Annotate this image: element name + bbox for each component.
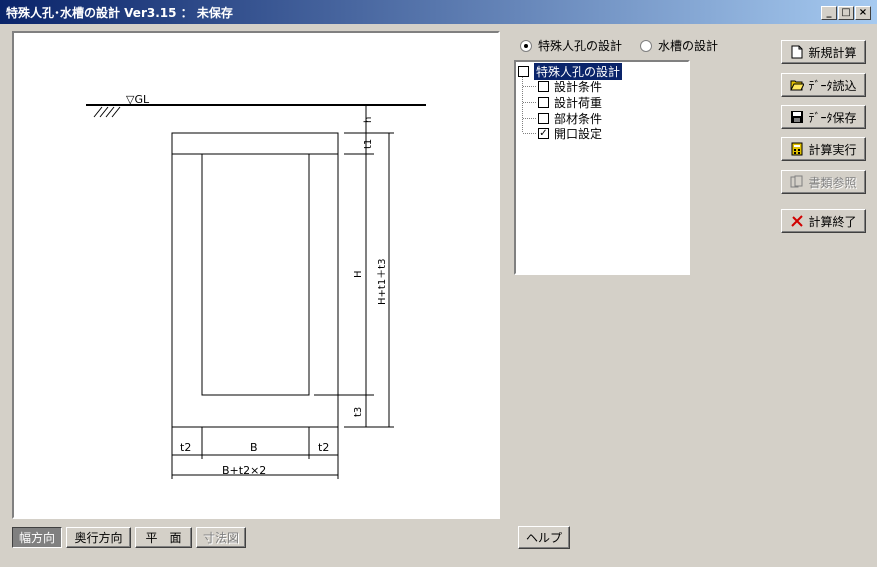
dim-B: B	[250, 441, 258, 454]
title-bar: 特殊人孔･水槽の設計 Ver3.15 ： 未保存 _ □ ×	[0, 0, 877, 24]
tree-item-design-conditions[interactable]: 設計条件	[538, 79, 602, 94]
tree-branch	[523, 86, 536, 87]
tree-item-label: 開口設定	[554, 127, 603, 141]
minimize-button[interactable]: _	[821, 6, 837, 20]
outer-wall	[171, 132, 339, 428]
tree-branch	[523, 133, 536, 134]
drawing-canvas: ▽GL h t1 H t3 H+t1＋t3 t2 B t2 B+t2×2	[12, 31, 500, 519]
save-data-label: ﾃﾞｰﾀ保存	[808, 110, 857, 125]
section-drawing: ▽GL h t1 H t3 H+t1＋t3 t2 B t2 B+t2×2	[86, 93, 426, 479]
radio-tank-dot[interactable]	[640, 39, 652, 52]
radio-tank[interactable]: 水槽の設計	[640, 37, 718, 54]
floppy-disk-icon	[790, 110, 804, 124]
tree-item-checkbox-checked[interactable]: ✓	[538, 128, 549, 139]
close-button[interactable]: ×	[855, 6, 871, 20]
dim-total-h: H+t1＋t3	[377, 259, 388, 305]
dim-t2-left: t2	[180, 441, 191, 454]
tree-item-label: 設計条件	[554, 80, 603, 94]
maximize-button[interactable]: □	[838, 6, 854, 20]
radio-tank-label: 水槽の設計	[658, 39, 719, 53]
tree-root[interactable]: 特殊人孔の設計	[518, 63, 623, 80]
gl-label: ▽GL	[126, 93, 150, 106]
red-x-icon	[790, 214, 804, 228]
load-data-label: ﾃﾞｰﾀ読込	[808, 78, 857, 93]
view-docs-label: 書類参照	[808, 175, 857, 190]
tree-item-opening-settings[interactable]: ✓ 開口設定	[538, 126, 602, 141]
calculator-icon	[790, 142, 804, 156]
inner-void	[201, 153, 310, 396]
design-tree[interactable]: 特殊人孔の設計 設計条件 設計荷重 部材条件 ✓ 開口設定	[514, 60, 690, 275]
view-docs-button[interactable]: 書類参照	[781, 170, 866, 194]
ground-hatch	[93, 106, 121, 118]
tree-item-member-conditions[interactable]: 部材条件	[538, 111, 602, 126]
documents-icon	[790, 175, 804, 189]
radio-manhole[interactable]: 特殊人孔の設計	[520, 37, 622, 54]
new-calc-label: 新規計算	[808, 45, 857, 60]
tree-item-label: 設計荷重	[554, 96, 603, 110]
dim-t3: t3	[353, 407, 364, 417]
tab-depth-direction[interactable]: 奥行方向	[66, 527, 131, 548]
save-data-button[interactable]: ﾃﾞｰﾀ保存	[781, 105, 866, 129]
new-calc-button[interactable]: 新規計算	[781, 40, 866, 64]
tree-item-design-load[interactable]: 設計荷重	[538, 95, 602, 110]
new-file-icon	[790, 45, 804, 59]
tab-plan[interactable]: 平 面	[135, 527, 192, 548]
exit-calc-label: 計算終了	[808, 214, 857, 229]
help-button[interactable]: ヘルプ	[518, 526, 570, 549]
tree-item-checkbox[interactable]	[538, 97, 549, 108]
open-folder-icon	[790, 78, 806, 92]
run-calc-button[interactable]: 計算実行	[781, 137, 866, 161]
dim-h: h	[363, 117, 374, 123]
tree-branch	[523, 102, 536, 103]
tree-item-checkbox[interactable]	[538, 81, 549, 92]
window-title: 特殊人孔･水槽の設計 Ver3.15 ： 未保存	[6, 6, 233, 20]
tree-branch	[523, 118, 536, 119]
tree-root-checkbox[interactable]	[518, 66, 529, 77]
run-calc-label: 計算実行	[808, 142, 857, 157]
tree-item-checkbox[interactable]	[538, 113, 549, 124]
tab-dimension-drawing[interactable]: 寸法図	[196, 527, 246, 548]
dim-H: H	[353, 270, 364, 278]
dim-t1: t1	[363, 139, 374, 149]
radio-manhole-label: 特殊人孔の設計	[538, 39, 623, 53]
load-data-button[interactable]: ﾃﾞｰﾀ読込	[781, 73, 866, 97]
dim-t2-right: t2	[318, 441, 329, 454]
radio-manhole-dot[interactable]	[520, 39, 532, 52]
tab-width-direction[interactable]: 幅方向	[12, 527, 62, 548]
exit-calc-button[interactable]: 計算終了	[781, 209, 866, 233]
dim-total-w: B+t2×2	[222, 464, 266, 477]
